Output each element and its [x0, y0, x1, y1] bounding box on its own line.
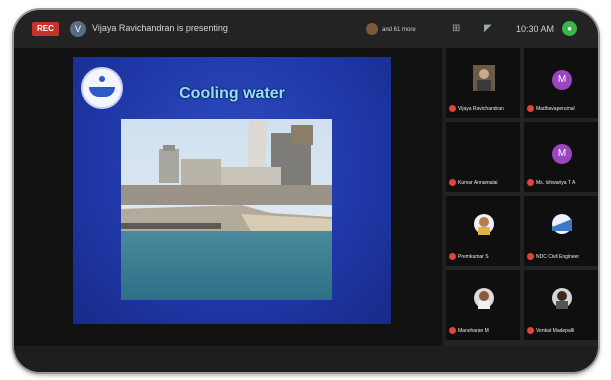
participant-avatar: M — [552, 144, 572, 164]
slide: Cooling water — [73, 57, 391, 324]
participant-name: Ms. Ishwariya T A — [527, 179, 597, 186]
slide-photo-power-plant — [121, 119, 332, 300]
clock-time: 10:30 AM — [516, 24, 555, 34]
presentation-stage: Cooling water — [14, 48, 442, 346]
participant-tile[interactable]: Premkumar S — [446, 196, 520, 266]
logo-dot-icon — [99, 76, 105, 82]
participant-tile[interactable]: Vijaya Ravichandran — [446, 48, 520, 118]
participant-photo-icon — [552, 288, 572, 309]
participant-tile[interactable]: Manoharan M — [446, 270, 520, 340]
meeting-top-bar: REC V Vijaya Ravichandran is presenting … — [14, 10, 598, 48]
participant-name: Premkumar S — [449, 253, 519, 260]
mic-muted-icon — [449, 105, 456, 112]
mic-muted-icon — [527, 179, 534, 186]
participant-tile[interactable]: M Ms. Ishwariya T A — [524, 122, 598, 192]
participant-name: Madhavaperumal — [527, 105, 597, 112]
participant-name: Venkat Madepalli — [527, 327, 597, 334]
mic-muted-icon — [527, 327, 534, 334]
participant-photo-icon — [474, 288, 494, 309]
slide-title: Cooling water — [179, 85, 285, 102]
participant-tile[interactable]: Venkat Madepalli — [524, 270, 598, 340]
meeting-bottom-bar — [14, 346, 598, 372]
more-participants-label: and 61 more — [382, 27, 416, 33]
presenting-status: Vijaya Ravichandran is presenting — [92, 23, 228, 33]
participant-name: Vijaya Ravichandran — [449, 105, 519, 112]
mic-muted-icon — [449, 179, 456, 186]
more-participants-button[interactable]: and 61 more — [366, 22, 436, 38]
participant-tile[interactable]: Kumar Annamalai — [446, 122, 520, 192]
participant-photo-icon — [552, 214, 572, 234]
participant-avatar: M — [552, 70, 572, 90]
participant-thumb-icon — [366, 23, 378, 35]
participant-name: NDC Civil Engineer — [527, 253, 597, 260]
participant-tile[interactable]: NDC Civil Engineer — [524, 196, 598, 266]
status-area: ⊞ ◤ 10:30 AM ● — [444, 19, 594, 39]
mic-muted-icon — [527, 105, 534, 112]
signal-icon: ◤ — [484, 23, 492, 34]
participant-video-icon — [473, 65, 495, 91]
participant-photo-icon — [474, 214, 494, 235]
grid-view-icon[interactable]: ⊞ — [452, 23, 460, 34]
power-plant-photo — [121, 119, 332, 300]
participant-name: Manoharan M — [449, 327, 519, 334]
participant-name: Kumar Annamalai — [449, 179, 519, 186]
mic-muted-icon — [449, 327, 456, 334]
meeting-window: REC V Vijaya Ravichandran is presenting … — [14, 10, 598, 372]
presenter-avatar: V — [70, 21, 86, 37]
mic-muted-icon — [527, 253, 534, 260]
network-status-icon: ● — [562, 21, 577, 36]
participants-panel: Vijaya Ravichandran M Madhavaperumal Kum… — [446, 48, 598, 346]
participant-tile[interactable]: M Madhavaperumal — [524, 48, 598, 118]
recording-badge: REC — [32, 22, 59, 36]
mic-muted-icon — [449, 253, 456, 260]
